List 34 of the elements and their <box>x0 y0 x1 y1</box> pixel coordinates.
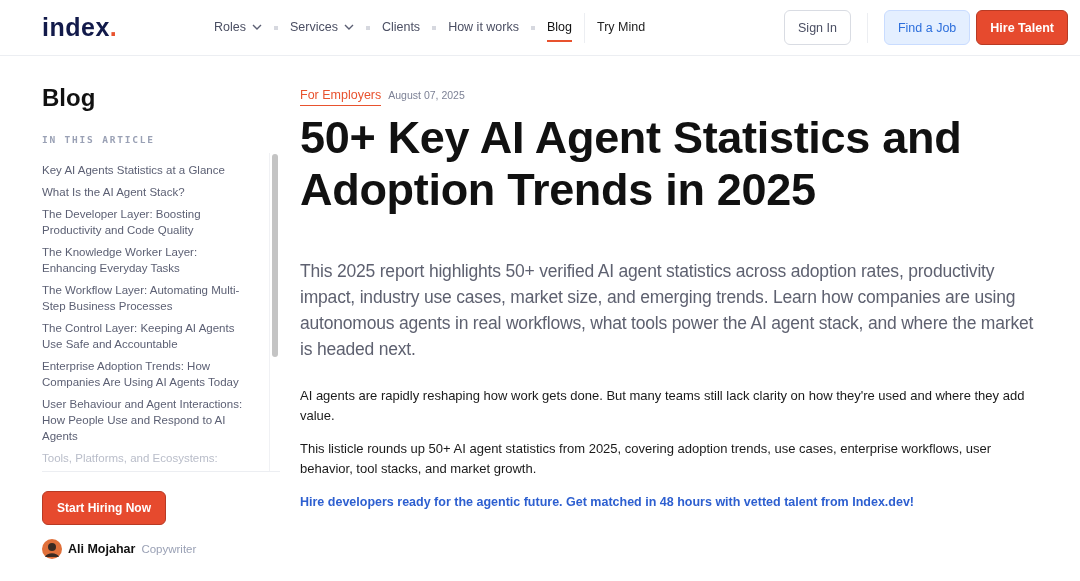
body-paragraph: This listicle rounds up 50+ AI agent statistics from 2025, covering adoption trends, use cases, enterprise workflows, user behavior, tool stacks, and market growth. <box>300 440 993 478</box>
nav-link[interactable]: Clients <box>381 13 421 42</box>
start-hiring-button[interactable]: Start Hiring Now <box>42 491 166 525</box>
scrollbar-thumb[interactable] <box>272 154 278 357</box>
author-role: Copywriter <box>141 543 197 555</box>
nav-link[interactable]: Services <box>289 13 354 42</box>
toc-heading: IN THIS ARTICLE <box>42 134 156 145</box>
avatar <box>42 539 62 559</box>
find-job-button[interactable]: Find a Job <box>883 10 971 45</box>
sidebar-title: Blog <box>42 84 97 112</box>
toc-link[interactable]: The Developer Layer: Boosting Productivity and Code Quality <box>42 206 243 238</box>
hire-talent-button[interactable]: Hire Talent <box>976 10 1068 45</box>
body-paragraph: AI agents are rapidly reshaping how work gets done. But many teams still lack clarity on how they're used and where they add value. <box>300 387 1026 425</box>
post-date: August 07, 2025 <box>388 89 465 101</box>
toc-link[interactable]: Key AI Agents Statistics at a Glance <box>42 162 243 178</box>
chevron-down-icon <box>251 23 262 30</box>
toc-link[interactable]: The Workflow Layer: Automating Multi-Step Business Processes <box>42 282 243 314</box>
article-title: 50+ Key AI Agent Statistics and Adoption Trends in 2025 <box>300 112 963 216</box>
nav-link[interactable]: Try Mind <box>597 13 646 42</box>
logo[interactable]: index. <box>42 13 214 42</box>
nav-link[interactable]: How it works <box>448 13 519 42</box>
promo-link[interactable]: Hire developers ready for the agentic future. Get matched in 48 hours with vetted talent from Index.dev! <box>300 495 1045 509</box>
nav-link[interactable]: Blog <box>546 13 572 42</box>
toc-link[interactable]: The Knowledge Worker Layer: Enhancing Everyday Tasks <box>42 244 243 276</box>
toc-link[interactable]: The Control Layer: Keeping AI Agents Use Safe and Accountable <box>42 320 243 352</box>
lead-paragraph: This 2025 report highlights 50+ verified AI agent statistics across adoption rates, productivity impact, industry use cases, market size, and emerging trends. Learn how companies are using autonomous agents in real workflows, what tools power the AI agent stack, and where the market is headed next. <box>300 260 1035 361</box>
author-name[interactable]: Ali Mojahar <box>68 542 136 556</box>
toc-link[interactable]: Enterprise Adoption Trends: How Companies Are Using AI Agents Today <box>42 358 243 390</box>
chevron-down-icon <box>343 23 354 30</box>
sign-in-button[interactable]: Sign In <box>784 10 851 45</box>
category-link[interactable]: For Employers <box>300 88 382 106</box>
toc-link[interactable]: What Is the AI Agent Stack? <box>42 184 243 200</box>
toc-link[interactable]: User Behaviour and Agent Interactions: How People Use and Respond to AI Agents <box>42 396 243 444</box>
nav-link[interactable]: Roles <box>214 13 262 42</box>
